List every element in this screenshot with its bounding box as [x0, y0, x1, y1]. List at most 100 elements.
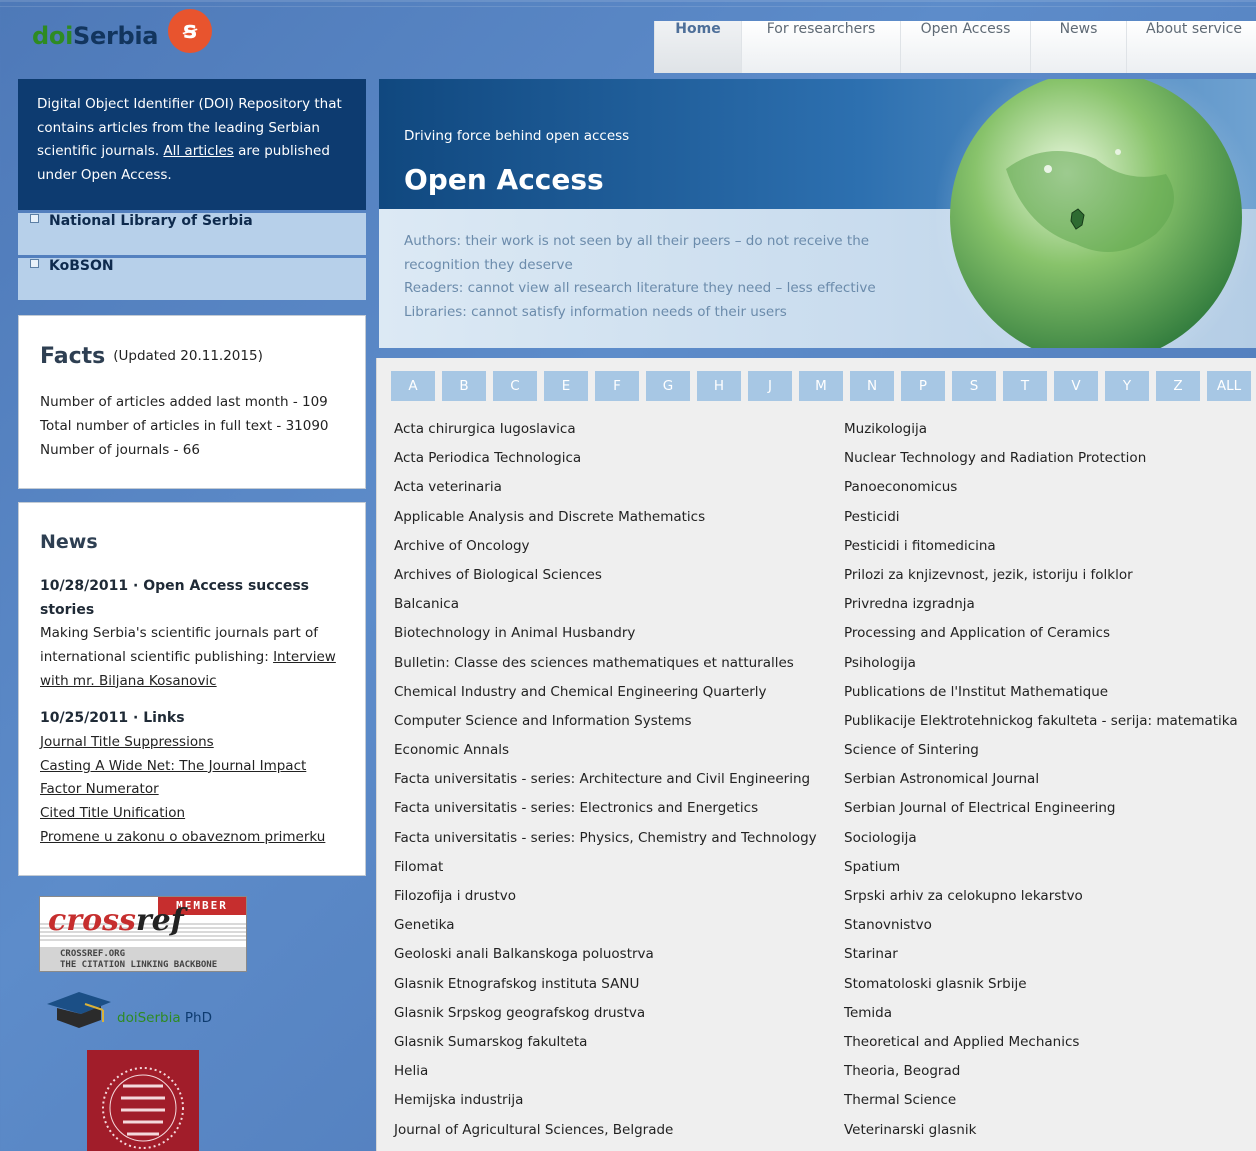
journal-link[interactable]: Privredna izgradnja — [844, 596, 1238, 625]
news-link[interactable]: Journal Title Suppressions — [40, 731, 347, 755]
hero-banner: Driving force behind open access Open Ac… — [379, 79, 1256, 348]
journal-link[interactable]: Balcanica — [394, 596, 817, 625]
journal-link[interactable]: Psihologija — [844, 655, 1238, 684]
nav-home[interactable]: Home — [654, 21, 741, 73]
journal-link[interactable]: Publications de l'Institut Mathematique — [844, 684, 1238, 713]
crossref-word-b: ref — [135, 903, 184, 938]
letter-filter-v[interactable]: V — [1054, 371, 1098, 401]
nav-about-service[interactable]: About service — [1126, 21, 1256, 73]
stumbleupon-icon[interactable]: ꞩ — [168, 9, 212, 53]
journal-link[interactable]: Thermal Science — [844, 1092, 1238, 1121]
letter-filter-m[interactable]: M — [799, 371, 843, 401]
hero-title: Open Access — [404, 163, 604, 196]
bullet-icon — [30, 259, 39, 268]
journal-link[interactable]: Serbian Astronomical Journal — [844, 771, 1238, 800]
kobson-link[interactable]: KoBSON — [49, 258, 114, 274]
logo-part-serbia: Serbia — [73, 22, 159, 50]
journal-link[interactable]: Srpski arhiv za celokupno lekarstvo — [844, 888, 1238, 917]
background-line — [0, 6, 1256, 7]
journal-link[interactable]: Stomatoloski glasnik Srbije — [844, 976, 1238, 1005]
journal-link[interactable]: Muzikologija — [844, 421, 1238, 450]
journal-link[interactable]: Helia — [394, 1063, 817, 1092]
site-logo[interactable]: doiSerbia — [32, 22, 159, 50]
journal-link[interactable]: Prilozi za knjizevnost, jezik, istoriju … — [844, 567, 1238, 596]
journal-link[interactable]: Theoria, Beograd — [844, 1063, 1238, 1092]
facts-row: Number of articles added last month - 10… — [40, 394, 328, 410]
journal-link[interactable]: Facta universitatis - series: Electronic… — [394, 800, 817, 829]
journal-link[interactable]: Filomat — [394, 859, 817, 888]
letter-filter-h[interactable]: H — [697, 371, 741, 401]
letter-filter-c[interactable]: C — [493, 371, 537, 401]
journal-link[interactable]: Panoeconomicus — [844, 479, 1238, 508]
news-link[interactable]: Promene u zakonu o obaveznom primerku — [40, 826, 347, 850]
journal-link[interactable]: Starinar — [844, 946, 1238, 975]
letter-filter-f[interactable]: F — [595, 371, 639, 401]
letter-filter-e[interactable]: E — [544, 371, 588, 401]
journal-link[interactable]: Acta chirurgica Iugoslavica — [394, 421, 817, 450]
journal-link[interactable]: Filozofija i drustvo — [394, 888, 817, 917]
letter-filter-z[interactable]: Z — [1156, 371, 1200, 401]
journal-link[interactable]: Pesticidi — [844, 509, 1238, 538]
journal-link[interactable]: Acta Periodica Technologica — [394, 450, 817, 479]
journal-link[interactable]: Facta universitatis - series: Physics, C… — [394, 830, 817, 859]
journal-link[interactable]: Temida — [844, 1005, 1238, 1034]
nav-for-researchers[interactable]: For researchers — [741, 21, 900, 73]
journal-link[interactable]: Sociologija — [844, 830, 1238, 859]
letter-filter-y[interactable]: Y — [1105, 371, 1149, 401]
letter-filter-all[interactable]: ALL — [1207, 371, 1251, 401]
nav-news[interactable]: News — [1030, 21, 1126, 73]
journal-link[interactable]: Spatium — [844, 859, 1238, 888]
journal-link[interactable]: Genetika — [394, 917, 817, 946]
letter-filter-b[interactable]: B — [442, 371, 486, 401]
hero-line: Authors: their work is not seen by all t… — [404, 233, 870, 273]
journal-link[interactable]: Hemijska industrija — [394, 1092, 817, 1121]
letter-filter-n[interactable]: N — [850, 371, 894, 401]
letter-filter-s[interactable]: S — [952, 371, 996, 401]
letter-filter-g[interactable]: G — [646, 371, 690, 401]
journal-link[interactable]: Glasnik Sumarskog fakulteta — [394, 1034, 817, 1063]
sidebar-item-kobson[interactable]: KoBSON — [18, 258, 366, 300]
journal-link[interactable]: Geoloski anali Balkanskoga poluostrva — [394, 946, 817, 975]
journal-link[interactable]: Publikacije Elektrotehnickog fakulteta -… — [844, 713, 1238, 742]
hero-line: Libraries: cannot satisfy information ne… — [404, 304, 787, 321]
nav-open-access[interactable]: Open Access — [900, 21, 1030, 73]
facts-title-text: Facts — [40, 344, 106, 369]
journal-link[interactable]: Computer Science and Information Systems — [394, 713, 817, 742]
journal-link[interactable]: Biotechnology in Animal Husbandry — [394, 625, 817, 654]
crossref-member-badge[interactable]: crossref MEMBER CROSSREF.ORG THE CITATIO… — [39, 896, 247, 972]
journal-link[interactable]: Veterinarski glasnik — [844, 1122, 1238, 1151]
letter-filter-t[interactable]: T — [1003, 371, 1047, 401]
phd-label-phd: PhD — [180, 1010, 212, 1026]
journal-link[interactable]: Stanovnistvo — [844, 917, 1238, 946]
journal-link[interactable]: Serbian Journal of Electrical Engineerin… — [844, 800, 1238, 829]
journal-link[interactable]: Facta universitatis - series: Architectu… — [394, 771, 817, 800]
journal-link[interactable]: Processing and Application of Ceramics — [844, 625, 1238, 654]
crossref-word-a: cross — [48, 903, 136, 938]
journal-link[interactable]: Bulletin: Classe des sciences mathematiq… — [394, 655, 817, 684]
journal-link[interactable]: Nuclear Technology and Radiation Protect… — [844, 450, 1238, 479]
journal-link[interactable]: Economic Annals — [394, 742, 817, 771]
journal-link[interactable]: Archive of Oncology — [394, 538, 817, 567]
news-link[interactable]: Casting A Wide Net: The Journal Impact F… — [40, 755, 347, 803]
top-navigation: Home For researchers Open Access News Ab… — [654, 21, 1256, 73]
all-articles-link[interactable]: All articles — [163, 143, 233, 159]
globe-image — [936, 79, 1256, 348]
journal-link[interactable]: Glasnik Srpskog geografskog drustva — [394, 1005, 817, 1034]
journal-link[interactable]: Science of Sintering — [844, 742, 1238, 771]
journal-link[interactable]: Chemical Industry and Chemical Engineeri… — [394, 684, 817, 713]
letter-filter-p[interactable]: P — [901, 371, 945, 401]
journal-link[interactable]: Glasnik Etnografskog instituta SANU — [394, 976, 817, 1005]
sidebar-item-national-library[interactable]: National Library of Serbia — [18, 213, 366, 255]
national-library-logo[interactable] — [87, 1050, 199, 1151]
journal-link[interactable]: Archives of Biological Sciences — [394, 567, 817, 596]
news-link[interactable]: Cited Title Unification — [40, 802, 347, 826]
journal-link[interactable]: Theoretical and Applied Mechanics — [844, 1034, 1238, 1063]
national-library-link[interactable]: National Library of Serbia — [49, 213, 253, 229]
letter-filter-a[interactable]: A — [391, 371, 435, 401]
letter-filter-j[interactable]: J — [748, 371, 792, 401]
journal-link[interactable]: Acta veterinaria — [394, 479, 817, 508]
journal-link[interactable]: Applicable Analysis and Discrete Mathema… — [394, 509, 817, 538]
background-line — [0, 0, 1256, 2]
journal-link[interactable]: Pesticidi i fitomedicina — [844, 538, 1238, 567]
journal-link[interactable]: Journal of Agricultural Sciences, Belgra… — [394, 1122, 817, 1151]
